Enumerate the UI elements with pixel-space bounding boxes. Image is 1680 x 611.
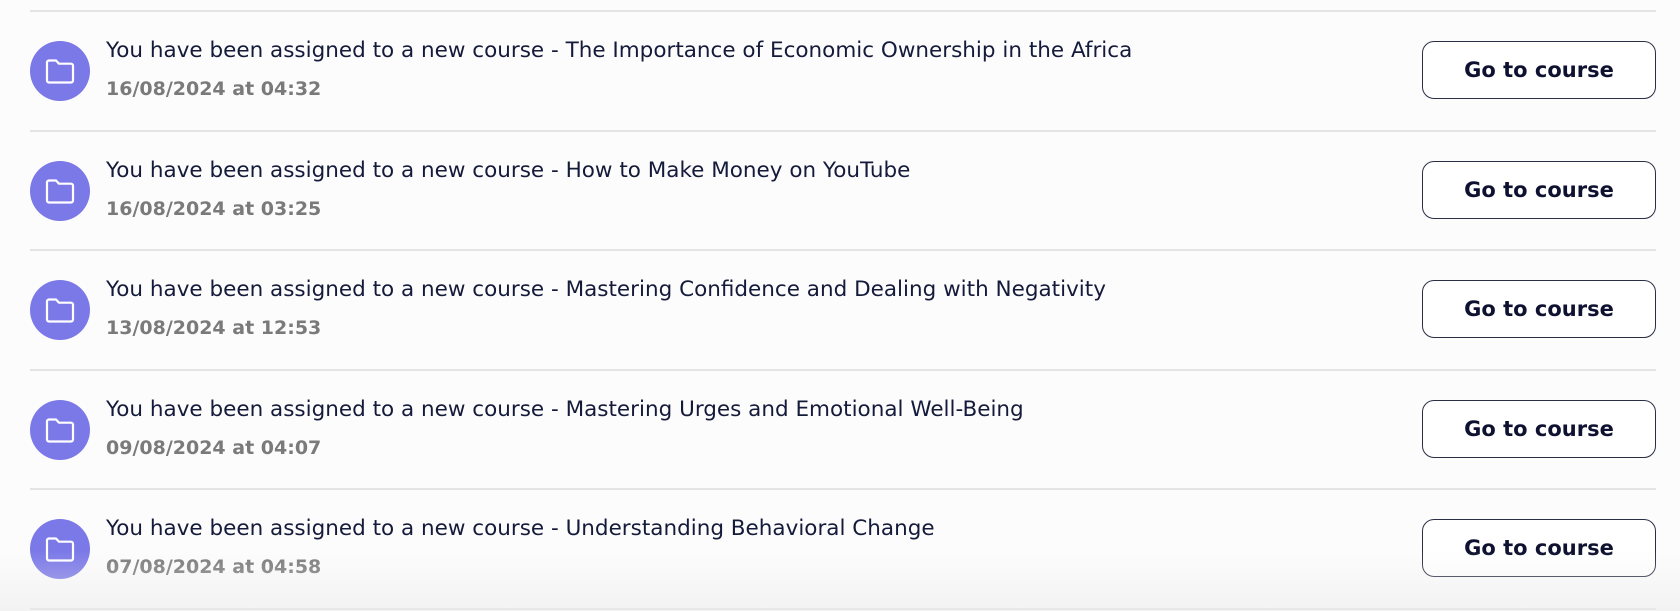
notification-title: You have been assigned to a new course -… [106, 38, 1133, 63]
notification-timestamp: 16/08/2024 at 04:32 [106, 78, 322, 100]
notification-timestamp: 16/08/2024 at 03:25 [106, 197, 322, 220]
go-to-course-button[interactable]: Go to course [1422, 160, 1656, 219]
notification-item: You have been assigned to a new course -… [30, 132, 1656, 252]
notification-list: You have been assigned to a new course -… [30, 10, 1656, 610]
notification-item: You have been assigned to a new course -… [30, 251, 1656, 371]
go-to-course-button[interactable]: Go to course [1422, 519, 1656, 578]
notification-item: You have been assigned to a new course -… [30, 371, 1656, 491]
go-to-course-button[interactable]: Go to course [1422, 41, 1656, 99]
notification-title: You have been assigned to a new course -… [106, 516, 935, 542]
notification-title: You have been assigned to a new course -… [106, 277, 1106, 303]
notification-timestamp: 07/08/2024 at 04:58 [106, 556, 322, 579]
notification-timestamp: 09/08/2024 at 04:07 [106, 436, 322, 459]
notification-title: You have been assigned to a new course -… [106, 157, 911, 183]
folder-icon [30, 399, 90, 460]
notification-item: You have been assigned to a new course -… [30, 490, 1656, 610]
folder-icon [30, 41, 90, 101]
go-to-course-button[interactable]: Go to course [1422, 399, 1656, 458]
go-to-course-button[interactable]: Go to course [1422, 280, 1656, 339]
notification-title: You have been assigned to a new course -… [106, 396, 1024, 422]
folder-icon [30, 280, 90, 341]
notification-timestamp: 13/08/2024 at 12:53 [106, 317, 322, 340]
folder-icon [30, 160, 90, 221]
folder-icon [30, 519, 90, 580]
notification-item: You have been assigned to a new course -… [30, 12, 1656, 132]
